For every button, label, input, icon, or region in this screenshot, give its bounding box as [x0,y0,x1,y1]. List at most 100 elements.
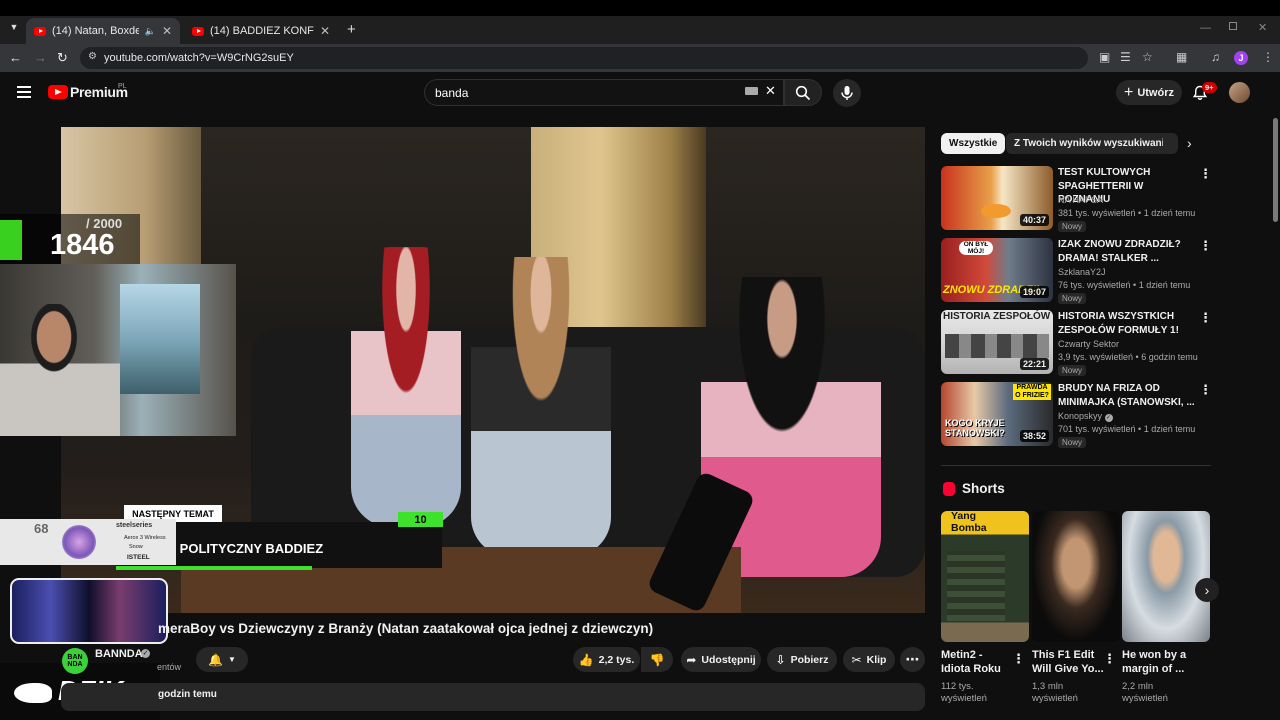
notifications-bell-button[interactable]: 🔔 ▼ [196,647,248,672]
install-app-icon[interactable]: ▣ [1099,50,1110,64]
share-button[interactable]: ➦ Udostępnij [681,647,761,672]
thumb-plate [981,204,1011,218]
menu-hamburger-icon[interactable] [17,86,31,98]
short-views: 112 tys. wyświetleń [941,681,987,704]
short-views: 2,2 mln wyświetleń [1122,681,1168,704]
short-thumbnail[interactable]: Yang Bomba [941,511,1029,642]
subscriber-count: entów [157,662,182,672]
chip-all[interactable]: Wszystkie [941,133,1006,154]
video-duration: 22:21 [1019,358,1049,370]
chip-partial[interactable] [1163,133,1177,154]
media-control-icon[interactable]: ♫ [1211,50,1220,64]
recommended-item[interactable]: PRAWDA O FRIZIE? KOGO KRYJE STANOWSKI? 3… [941,382,1212,448]
more-options-icon[interactable]: ⋮ [1012,651,1025,667]
thumb-text-bottom: KOGO KRYJE STANOWSKI? [945,418,1005,438]
speaker-icon: 🔈 [144,25,156,36]
forward-icon[interactable]: → [34,50,47,65]
verified-icon: ✓ [1104,414,1113,422]
like-button[interactable]: 👍 2,2 tys. [573,647,640,672]
recommended-item[interactable]: 40:37 TEST KULTOWYCH SPAGHETTERII W POZN… [941,166,1212,232]
ticker-number: 10 [398,512,443,527]
video-title[interactable]: IZAK ZNOWU ZDRADZIŁ? DRAMA! STALKER ... [1058,238,1198,265]
channel-name[interactable]: Konopskyy ✓ [1058,411,1113,422]
tab-0-title: (14) Natan, Boxdel, CameraB [52,25,139,37]
search-query: banda [435,85,469,100]
video-title[interactable]: BRUDY NA FRIZA OD MINIMAJKA (STANOWSKI, … [1058,382,1198,409]
voice-search-button[interactable] [833,79,861,107]
channel-name[interactable]: NA HAPSA [1058,195,1103,205]
video-meta: 701 tys. wyświetleń • 1 dzień temu [1058,424,1196,434]
account-avatar[interactable] [1229,82,1250,103]
page-scrollbar[interactable] [1272,118,1280,698]
view-count: 381 tys. wyświetleń [1058,208,1136,218]
chip-from-search[interactable]: Z Twoich wyników wyszukiwania [1006,133,1178,154]
address-bar[interactable]: ⚙ youtube.com/watch?v=W9CrNG2suEY [80,47,1088,69]
recommended-item[interactable]: HISTORIA ZESPOŁÓW 22:21 HISTORIA WSZYSTK… [941,310,1212,376]
bookmark-star-icon[interactable]: ☆ [1142,50,1153,64]
clip-button[interactable]: ✂ Klip [843,647,895,672]
short-title[interactable]: He won by a margin of ... [1122,648,1200,676]
video-thumbnail[interactable]: ON BYŁ MÓJ! ZNOWU ZDRADZIŁ 19:07 [941,238,1053,302]
channel-name[interactable]: Czwarty Sektor [1058,339,1119,349]
youtube-logo-icon[interactable] [48,85,68,99]
tab-1[interactable]: (14) BADDIEZ KONFRONTACJA ✕ [184,18,338,44]
chips-next-icon[interactable]: › [1187,135,1192,151]
more-options-icon[interactable]: ⋮ [1199,166,1212,182]
shorts-heading: Shorts [962,481,1005,496]
ad-brand: steelseries [116,522,153,529]
more-options-icon[interactable]: ⋮ [1199,238,1212,254]
clear-search-icon[interactable]: ✕ [765,83,776,99]
tab-close-icon[interactable]: ✕ [320,24,330,38]
new-tab-button[interactable]: + [347,21,356,38]
recommended-item[interactable]: ON BYŁ MÓJ! ZNOWU ZDRADZIŁ 19:07 IZAK ZN… [941,238,1212,304]
ad-mouse-image [62,525,96,559]
site-info-icon[interactable]: ⚙ [88,51,97,62]
new-badge: Nowy [1058,221,1087,232]
more-actions-button[interactable]: ⋯ [900,647,925,672]
tab-0[interactable]: (14) Natan, Boxdel, CameraB 🔈 ✕ [26,18,180,44]
description-box[interactable]: godzin temu [61,683,925,711]
channel-name[interactable]: BANNDA [95,648,143,660]
restore-icon[interactable] [1229,22,1237,30]
tab-search-button[interactable]: ▼ [6,22,22,38]
extensions-icon[interactable]: ▦ [1176,50,1187,64]
profile-avatar[interactable]: J [1234,51,1248,65]
close-window-icon[interactable]: ✕ [1258,21,1267,34]
short-thumbnail[interactable] [1122,511,1210,642]
create-button[interactable]: + Utwórz [1116,80,1182,105]
download-button[interactable]: ⇩ Pobierz [767,647,837,672]
thumb-text-top: HISTORIA ZESPOŁÓW [943,311,1051,322]
video-thumbnail[interactable]: PRAWDA O FRIZIE? KOGO KRYJE STANOWSKI? 3… [941,382,1053,446]
sponsor-ad: 68 steelseries Aerox 3 Wireless Snow IST… [0,519,176,565]
scrollbar-thumb[interactable] [1273,118,1278,222]
video-meta: 3,9 tys. wyświetleń • 6 godzin temu [1058,352,1198,362]
short-title[interactable]: Metin2 - Idiota Roku [941,648,1019,676]
view-count: 3,9 tys. wyświetleń [1058,352,1134,362]
minimize-icon[interactable]: — [1200,22,1211,34]
share-icon: ➦ [686,652,697,667]
reload-icon[interactable]: ↻ [57,50,68,66]
keyboard-icon[interactable] [745,87,758,95]
search-button[interactable] [784,79,822,106]
tab-1-title: (14) BADDIEZ KONFRONTACJA [210,25,314,37]
notification-count-badge: 9+ [1202,82,1217,93]
video-title[interactable]: HISTORIA WSZYSTKICH ZESPOŁÓW FORMUŁY 1! [1058,310,1198,337]
more-options-icon[interactable]: ⋮ [1199,382,1212,398]
dislike-button[interactable]: 👎 [641,647,673,672]
scissors-icon: ✂ [851,652,862,667]
channel-avatar[interactable]: BAN NDA [62,648,88,674]
profile-initial: J [1238,53,1244,63]
video-thumbnail[interactable]: 40:37 [941,166,1053,230]
short-thumbnail[interactable] [1032,511,1120,642]
video-thumbnail[interactable]: HISTORIA ZESPOŁÓW 22:21 [941,310,1053,374]
more-options-icon[interactable]: ⋮ [1199,310,1212,326]
shorts-next-button[interactable]: › [1195,578,1219,602]
translate-icon[interactable]: ☰ [1120,50,1131,64]
short-title[interactable]: This F1 Edit Will Give Yo... [1032,648,1110,676]
browser-menu-icon[interactable]: ⋮ [1262,50,1274,64]
back-icon[interactable]: ← [9,50,22,65]
tab-close-icon[interactable]: ✕ [162,24,172,38]
search-input[interactable]: banda ✕ [424,79,784,106]
more-options-icon[interactable]: ⋮ [1103,651,1116,667]
channel-name[interactable]: SzklanaY2J [1058,267,1106,277]
